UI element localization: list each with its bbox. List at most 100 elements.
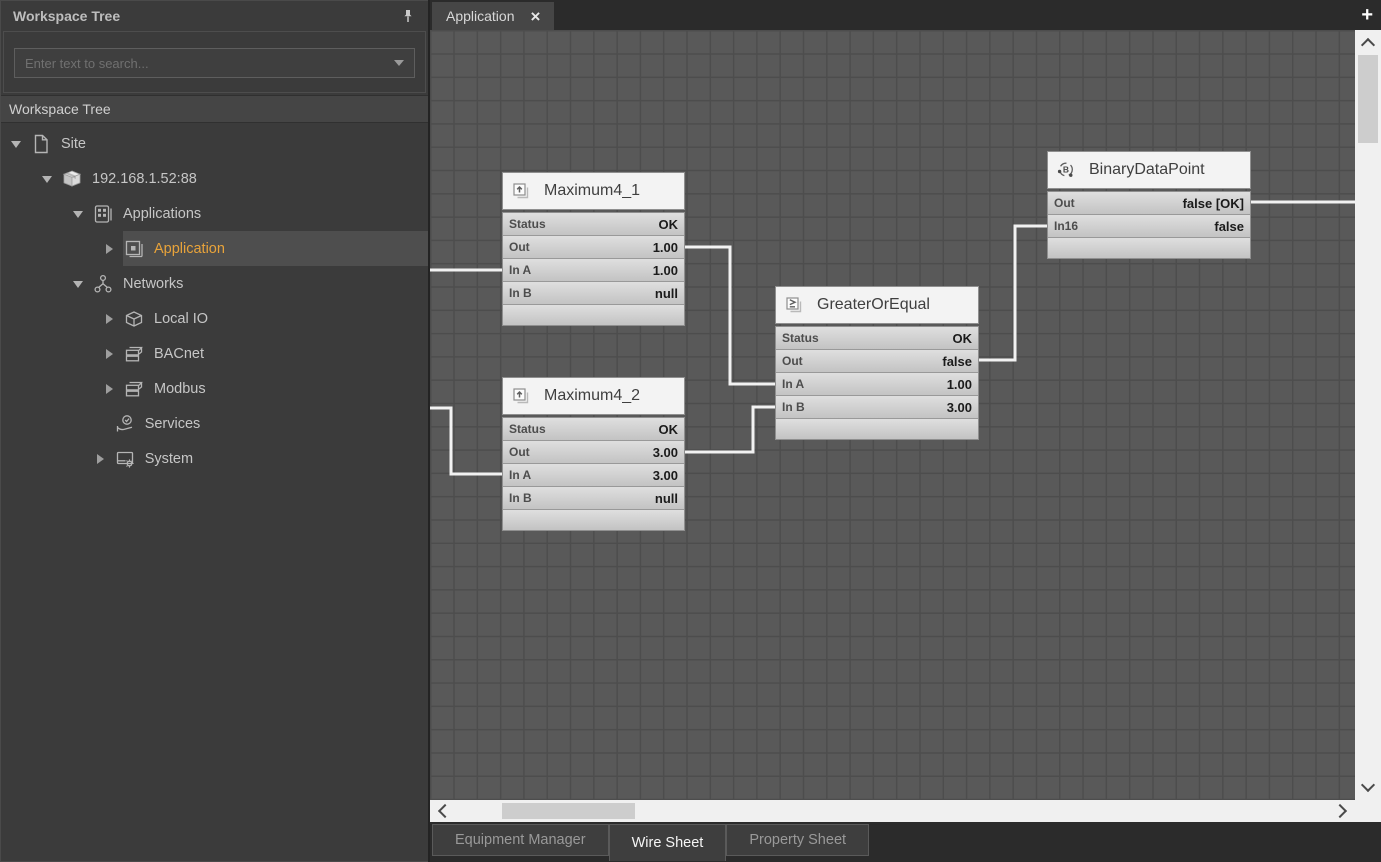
expander-icon[interactable] [95, 453, 107, 465]
tree-item-content: Services [114, 406, 428, 441]
tab-application[interactable]: Application × [432, 2, 554, 30]
block-binary-data-point[interactable]: B BinaryDataPoint Out false [OK] In16 fa… [1047, 151, 1251, 259]
expander-icon[interactable] [104, 243, 116, 255]
networks-icon [92, 273, 114, 295]
expander-icon[interactable] [104, 313, 116, 325]
block-pin-out[interactable]: Out 3.00 [503, 441, 684, 464]
block-maximum4-1[interactable]: Maximum4_1 Status OK Out 1.00 In A 1.00 … [502, 172, 685, 326]
pin-value: false [1214, 219, 1244, 234]
pin-label: Status [509, 422, 546, 436]
tree-item-networks[interactable]: Networks [1, 266, 428, 301]
tree-item-content: Application [123, 231, 428, 266]
site-icon [30, 133, 52, 155]
expander-icon[interactable] [42, 173, 54, 185]
block-pin-in-b[interactable]: In B null [503, 487, 684, 510]
scroll-down-button[interactable] [1355, 774, 1381, 800]
block-body: Status OK Out 3.00 In A 3.00 In B null [502, 417, 685, 531]
bacnet-icon [123, 343, 145, 365]
block-header: Maximum4_2 [502, 377, 685, 415]
scroll-left-button[interactable] [430, 800, 456, 822]
block-footer [503, 510, 684, 530]
block-greater-or-equal[interactable]: GreaterOrEqual Status OK Out false In A … [775, 286, 979, 440]
block-pin-status[interactable]: Status OK [503, 418, 684, 441]
scroll-up-button[interactable] [1355, 30, 1381, 56]
block-pin-out[interactable]: Out 1.00 [503, 236, 684, 259]
tree-item-bacnet[interactable]: BACnet [1, 336, 428, 371]
scroll-right-button[interactable] [1329, 800, 1355, 822]
block-pin-in-a[interactable]: In A 1.00 [776, 373, 978, 396]
scrollbar-corner [1355, 800, 1381, 822]
tab-equipment-manager[interactable]: Equipment Manager [432, 824, 609, 856]
pin-value: null [655, 491, 678, 506]
pin-label: In A [509, 468, 531, 482]
pin-value: 1.00 [653, 263, 678, 278]
wire[interactable] [685, 247, 775, 384]
tree-item-content: Site [30, 126, 428, 161]
services-icon [114, 413, 136, 435]
tree-item-label: Networks [123, 276, 183, 292]
document-tab-bar: Application × + [430, 0, 1381, 30]
tree-item-content: System [114, 441, 428, 476]
close-icon[interactable]: × [531, 8, 541, 25]
add-tab-button[interactable]: + [1361, 2, 1373, 28]
expander-icon[interactable] [104, 348, 116, 360]
block-pin-in-b[interactable]: In B null [503, 282, 684, 305]
tree-item-label: BACnet [154, 346, 204, 362]
block-maximum4-2[interactable]: Maximum4_2 Status OK Out 3.00 In A 3.00 … [502, 377, 685, 531]
block-pin-status[interactable]: Status OK [503, 213, 684, 236]
block-pin-status[interactable]: Status OK [776, 327, 978, 350]
horizontal-scrollbar-thumb[interactable] [502, 803, 635, 819]
expander-icon[interactable] [104, 383, 116, 395]
block-pin-in-a[interactable]: In A 1.00 [503, 259, 684, 282]
expander-icon[interactable] [73, 208, 85, 220]
pin-label: Out [782, 354, 803, 368]
block-pin-in-a[interactable]: In A 3.00 [503, 464, 684, 487]
dropdown-arrow-icon[interactable] [394, 60, 404, 66]
tree-item-services[interactable]: Services [1, 406, 428, 441]
horizontal-scrollbar[interactable] [430, 800, 1355, 822]
wire[interactable] [979, 226, 1047, 360]
vertical-scrollbar-thumb[interactable] [1358, 55, 1378, 143]
pin-label: In B [509, 491, 532, 505]
local-io-icon [123, 308, 145, 330]
wire-sheet-canvas[interactable]: Maximum4_1 Status OK Out 1.00 In A 1.00 … [430, 30, 1355, 800]
tree-item-device[interactable]: 192.168.1.52:88 [1, 161, 428, 196]
block-footer [776, 419, 978, 439]
workspace-tree-panel: Workspace Tree Enter text to search... W… [0, 0, 428, 862]
block-header: GreaterOrEqual [775, 286, 979, 324]
device-icon [61, 168, 83, 190]
tree-item-content: Modbus [123, 371, 428, 406]
wire[interactable] [430, 408, 502, 474]
tab-property-sheet[interactable]: Property Sheet [726, 824, 869, 856]
tab-label: Application [446, 8, 515, 24]
tree-item-content: BACnet [123, 336, 428, 371]
panel-titlebar: Workspace Tree [1, 1, 428, 31]
block-body: Status OK Out false In A 1.00 In B 3.00 [775, 326, 979, 440]
block-header: Maximum4_1 [502, 172, 685, 210]
tree-item-label: Applications [123, 206, 201, 222]
tab-wire-sheet[interactable]: Wire Sheet [609, 824, 727, 861]
expander-icon[interactable] [73, 278, 85, 290]
wire[interactable] [685, 407, 775, 452]
tree-item-modbus[interactable]: Modbus [1, 371, 428, 406]
tree-item-application[interactable]: Application [1, 231, 428, 266]
block-pin-out[interactable]: Out false [776, 350, 978, 373]
tree-item-label: Application [154, 241, 225, 257]
expander-icon[interactable] [11, 138, 23, 150]
block-pin-in-b[interactable]: In B 3.00 [776, 396, 978, 419]
tree-item-applications[interactable]: Applications [1, 196, 428, 231]
binary-data-point-icon: B [1056, 160, 1076, 180]
tree-item-label: 192.168.1.52:88 [92, 171, 197, 187]
search-input[interactable]: Enter text to search... [14, 48, 415, 78]
block-body: Status OK Out 1.00 In A 1.00 In B null [502, 212, 685, 326]
block-title: Maximum4_2 [544, 387, 640, 405]
pin-value: OK [659, 422, 679, 437]
block-pin-in16[interactable]: In16 false [1048, 215, 1250, 238]
block-pin-out[interactable]: Out false [OK] [1048, 192, 1250, 215]
tree-item-site[interactable]: Site [1, 126, 428, 161]
tree-item-local-io[interactable]: Local IO [1, 301, 428, 336]
tree-item-system[interactable]: System [1, 441, 428, 476]
vertical-scrollbar[interactable] [1355, 30, 1381, 800]
pin-icon[interactable] [400, 8, 416, 24]
pin-value: 3.00 [947, 400, 972, 415]
